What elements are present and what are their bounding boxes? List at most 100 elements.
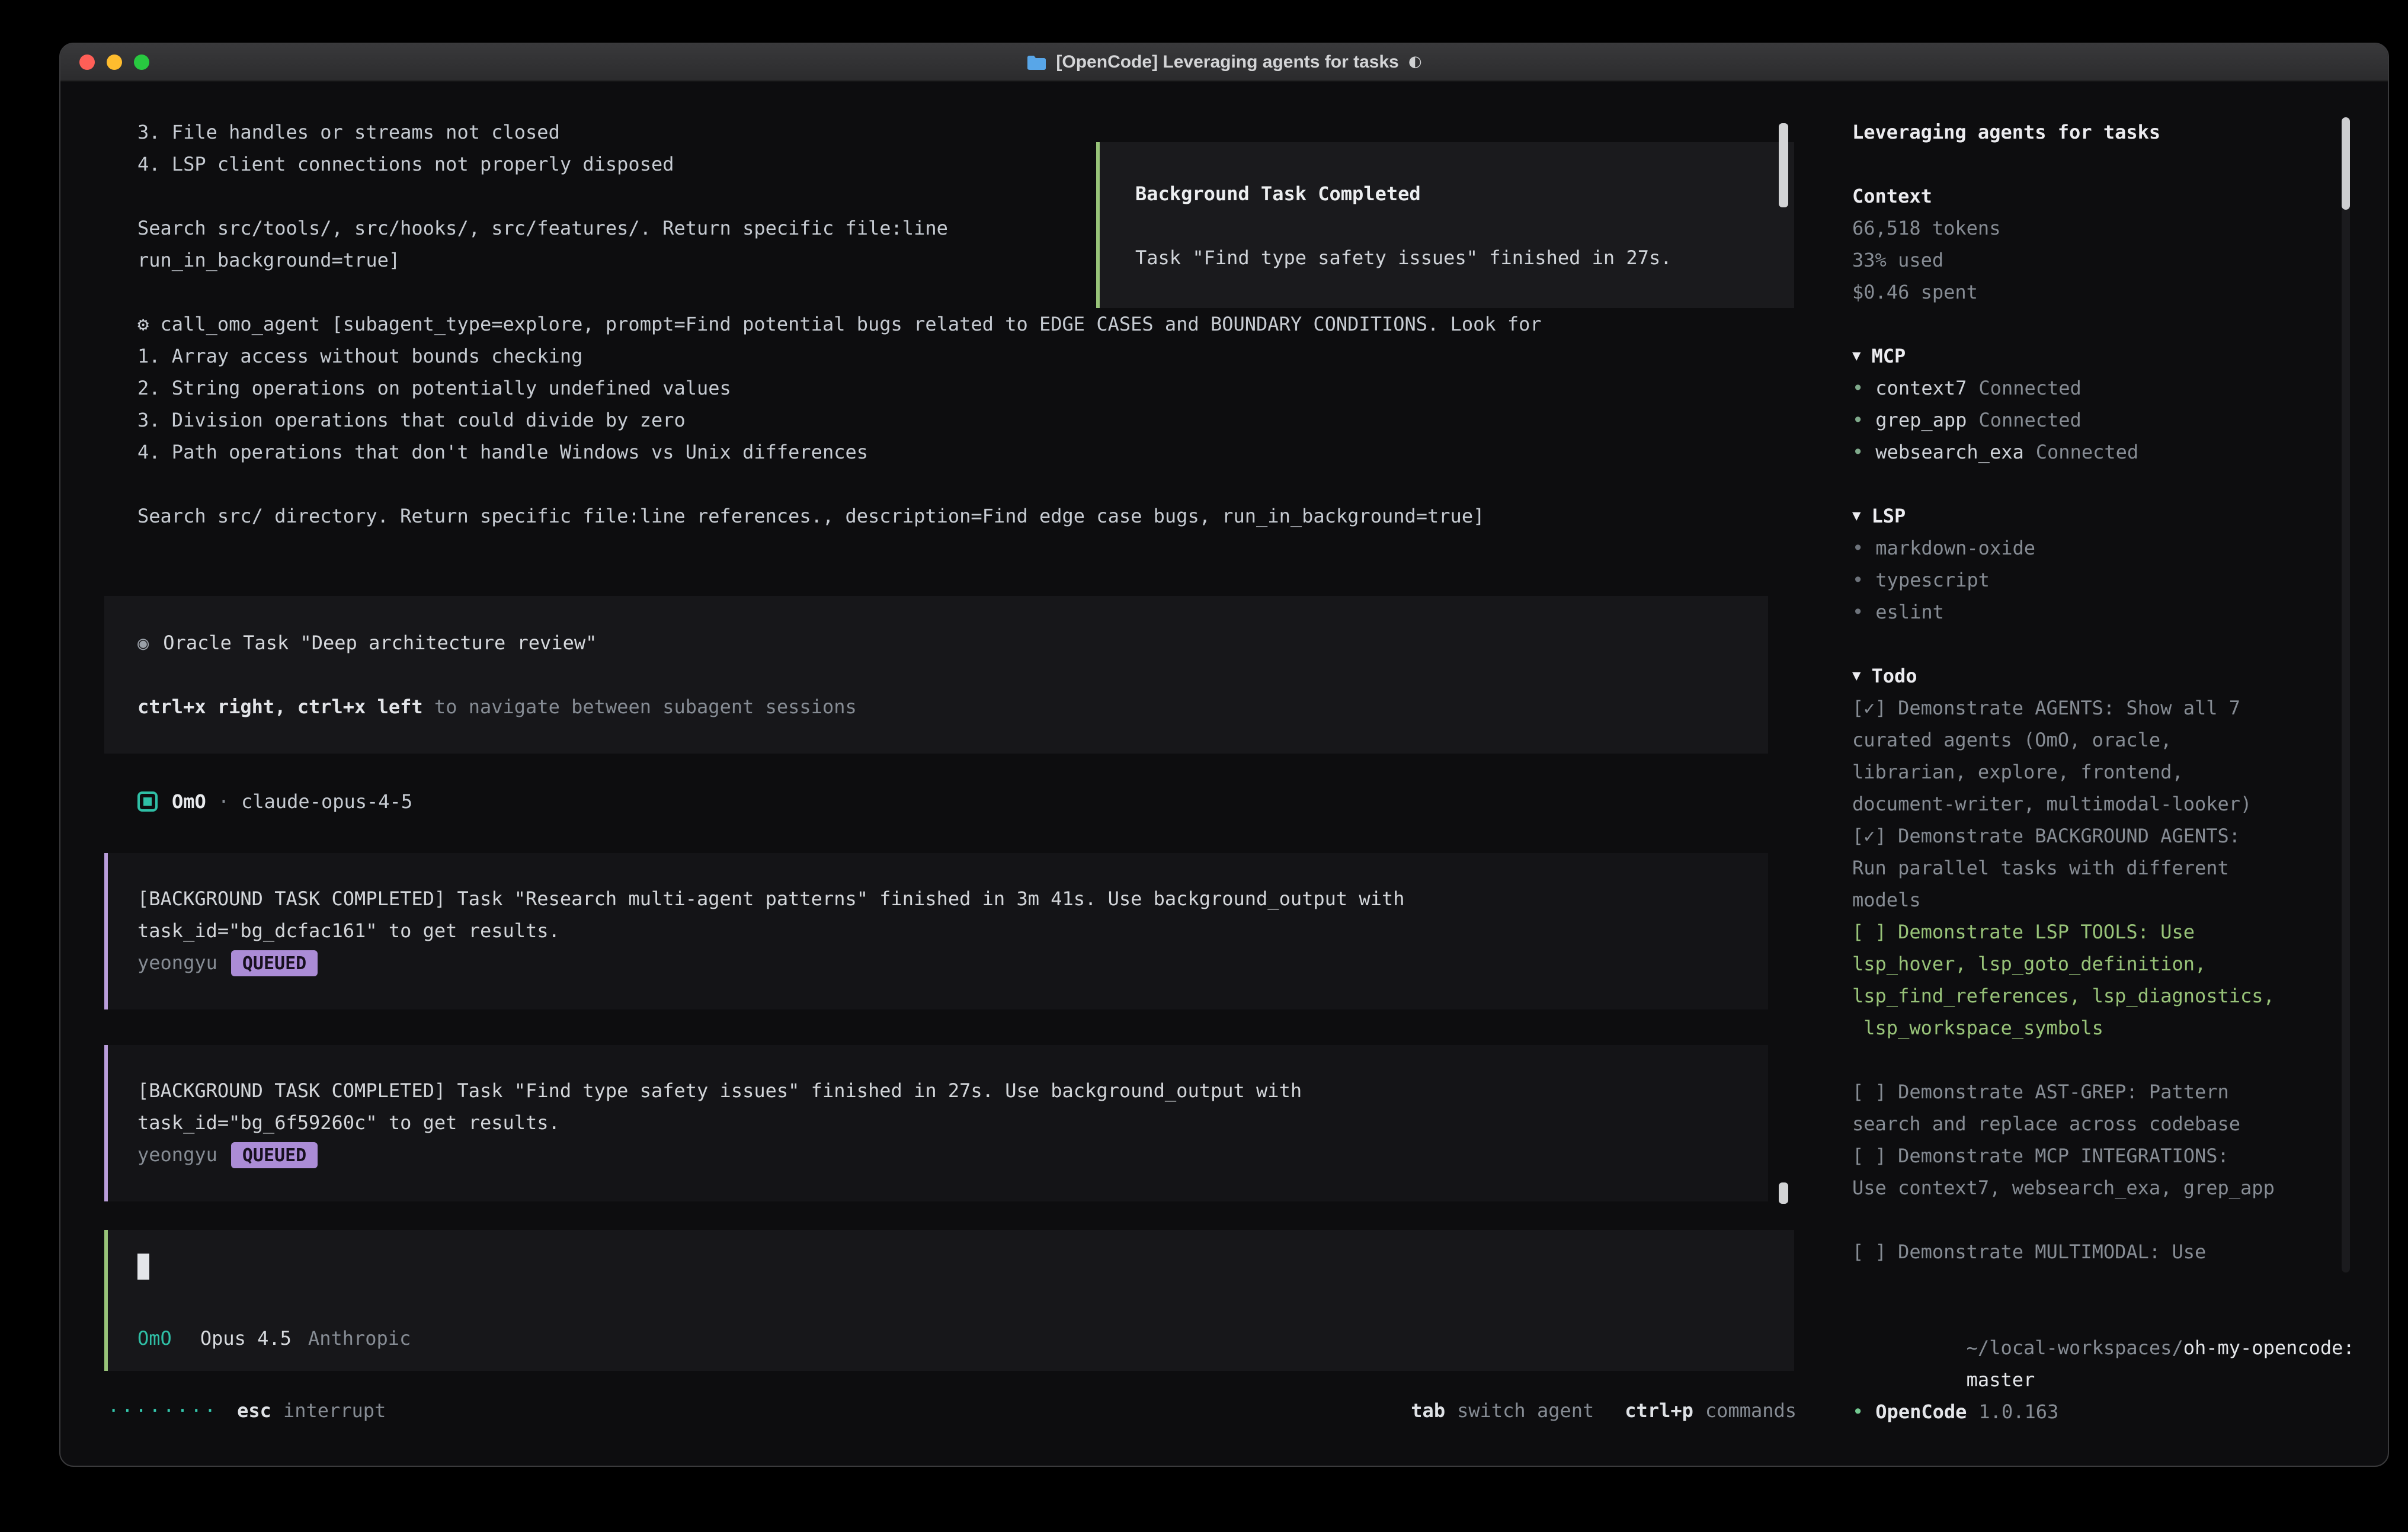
minimize-button[interactable] [107,55,122,70]
sidebar-scrollbar-thumb[interactable] [2342,117,2350,210]
terminal-line: 1. Array access without bounds checking [137,340,1802,372]
mcp-item: • websearch_exa Connected [1852,436,2389,468]
queued-message-block: [BACKGROUND TASK COMPLETED] Task "Find t… [104,1045,1768,1201]
mcp-status: Connected [1978,404,2081,436]
todo-line: search and replace across codebase [1852,1108,2389,1140]
subagent-nav-hint: to navigate between subagent sessions [423,691,857,723]
lsp-item: • markdown-oxide [1852,532,2389,564]
todo-line: Use context7, websearch_exa, grep_app [1852,1172,2389,1204]
toast-body: Task "Find type safety issues" finished … [1135,242,1794,274]
titlebar[interactable]: [OpenCode] Leveraging agents for tasks ◐ [60,44,2388,82]
message-text-line: [BACKGROUND TASK COMPLETED] Task "Find t… [137,1075,1768,1107]
todo-item: [✓] Demonstrate AGENTS: Show all 7 curat… [1852,692,2389,820]
todo-line: [ ] Demonstrate MCP INTEGRATIONS: [1852,1140,2389,1172]
todo-item: [✓] Demonstrate BACKGROUND AGENTS: Run p… [1852,820,2389,916]
separator-dot: · [218,786,229,818]
oracle-task-panel: ◉ Oracle Task "Deep architecture review"… [104,596,1768,754]
lsp-name: typescript [1875,564,1990,596]
workdir-prefix: ~/local-workspaces/ [1967,1337,2183,1359]
todo-section-heading[interactable]: ▼ Todo [1852,660,2389,692]
mcp-status: Connected [2036,436,2138,468]
status-bar: ········ esc interrupt tab switch agent … [108,1395,1797,1427]
context-spent: $0.46 spent [1852,276,2389,308]
todo-line: [ ] Demonstrate AST-GREP: Pattern [1852,1076,2389,1108]
bullet-icon: • [1852,596,1863,628]
half-circle-icon: ◐ [1408,53,1422,71]
status-right-hints: tab switch agent ctrl+p commands [1411,1395,1797,1427]
zoom-button[interactable] [134,55,149,70]
window-title: [OpenCode] Leveraging agents for tasks [1056,52,1398,72]
mcp-section-heading[interactable]: ▼ MCP [1852,340,2389,372]
bullet-icon: • [1852,436,1863,468]
lsp-name: markdown-oxide [1875,532,2035,564]
mcp-heading-label: MCP [1871,340,1906,372]
todo-line: [✓] Demonstrate BACKGROUND AGENTS: [1852,820,2389,852]
todo-line: document-writer, multimodal-looker) [1852,788,2389,820]
context-used: 33% used [1852,244,2389,276]
lsp-name: eslint [1875,596,1944,628]
message-text-line: task_id="bg_dcfac161" to get results. [137,915,1768,947]
terminal-line: 4. Path operations that don't handle Win… [137,436,1802,468]
todo-line: lsp_hover, lsp_goto_definition, [1852,948,2389,980]
todo-item: [ ] Demonstrate MCP INTEGRATIONS: Use co… [1852,1140,2389,1204]
queued-message-block: [BACKGROUND TASK COMPLETED] Task "Resear… [104,853,1768,1009]
background-task-toast: Background Task Completed Task "Find typ… [1096,142,1794,308]
todo-heading-label: Todo [1871,660,1917,692]
input-model-name: Opus 4.5 [200,1322,292,1354]
mcp-name: websearch_exa [1875,436,2023,468]
message-author: yeongyu [137,947,217,979]
sidebar-scrollbar-track[interactable] [2342,117,2350,1273]
todo-line: [ ] Demonstrate MULTIMODAL: Use [1852,1236,2389,1268]
close-button[interactable] [79,55,95,70]
session-title: Leveraging agents for tasks [1852,116,2389,148]
window-title-group: [OpenCode] Leveraging agents for tasks ◐ [60,44,2388,81]
mcp-item: • context7 Connected [1852,372,2389,404]
todo-line: Run parallel tasks with different [1852,852,2389,884]
mcp-name: context7 [1875,372,1967,404]
agent-name: OmO [172,786,206,818]
bullet-icon: • [1852,372,1863,404]
prompt-input[interactable]: OmO Opus 4.5 Anthropic [104,1230,1794,1371]
bullet-icon: • [1852,404,1863,436]
lsp-section-heading[interactable]: ▼ LSP [1852,500,2389,532]
context-tokens: 66,518 tokens [1852,212,2389,244]
window-controls [79,55,149,70]
chevron-down-icon: ▼ [1852,660,1861,692]
chevron-down-icon: ▼ [1852,340,1861,372]
folder-icon [1026,55,1046,70]
message-text-line: task_id="bg_6f59260c" to get results. [137,1107,1768,1139]
scrollbar-thumb[interactable] [1779,1182,1788,1204]
app-version-row: • OpenCode 1.0.163 [1852,1396,2389,1428]
branch-name: master [1967,1368,2035,1391]
lsp-heading-label: LSP [1871,500,1906,532]
queued-badge: QUEUED [232,950,317,976]
mcp-item: • grep_app Connected [1852,404,2389,436]
terminal-line: 3. Division operations that could divide… [137,404,1802,436]
lsp-item: • typescript [1852,564,2389,596]
todo-line: curated agents (OmO, oracle, [1852,724,2389,756]
lsp-item: • eslint [1852,596,2389,628]
workdir-name: oh-my-opencode: [2183,1337,2355,1359]
agent-model: claude-opus-4-5 [241,786,412,818]
oracle-task-icon: ◉ [137,627,149,659]
sidebar: Leveraging agents for tasks Context 66,5… [1832,82,2389,1467]
scrollbar-thumb[interactable] [1779,123,1788,207]
tab-key-label: switch agent [1457,1395,1594,1427]
input-meta: OmO Opus 4.5 Anthropic [137,1323,1794,1352]
todo-item: [ ] Demonstrate MULTIMODAL: Use [1852,1236,2389,1268]
subagent-nav-keys: ctrl+x right, ctrl+x left [137,691,423,723]
oracle-task-title: Oracle Task "Deep architecture review" [163,627,597,659]
context-heading: Context [1852,180,2389,212]
chevron-down-icon: ▼ [1852,500,1861,532]
app-name: OpenCode [1875,1396,1967,1428]
bullet-icon: • [1852,532,1863,564]
message-text-line: [BACKGROUND TASK COMPLETED] Task "Resear… [137,883,1768,915]
workdir-path: ~/local-workspaces/oh-my-opencode: [1852,1300,2389,1332]
agent-header: OmO · claude-opus-4-5 [137,786,1802,818]
terminal-line: ⚙ call_omo_agent [subagent_type=explore,… [137,308,1802,340]
omo-agent-icon [137,791,158,812]
ctrlp-key-label: commands [1705,1395,1797,1427]
terminal-line [137,468,1802,500]
terminal-line: Search src/ directory. Return specific f… [137,500,1802,532]
ctrlp-key-hint: ctrl+p [1625,1395,1693,1427]
